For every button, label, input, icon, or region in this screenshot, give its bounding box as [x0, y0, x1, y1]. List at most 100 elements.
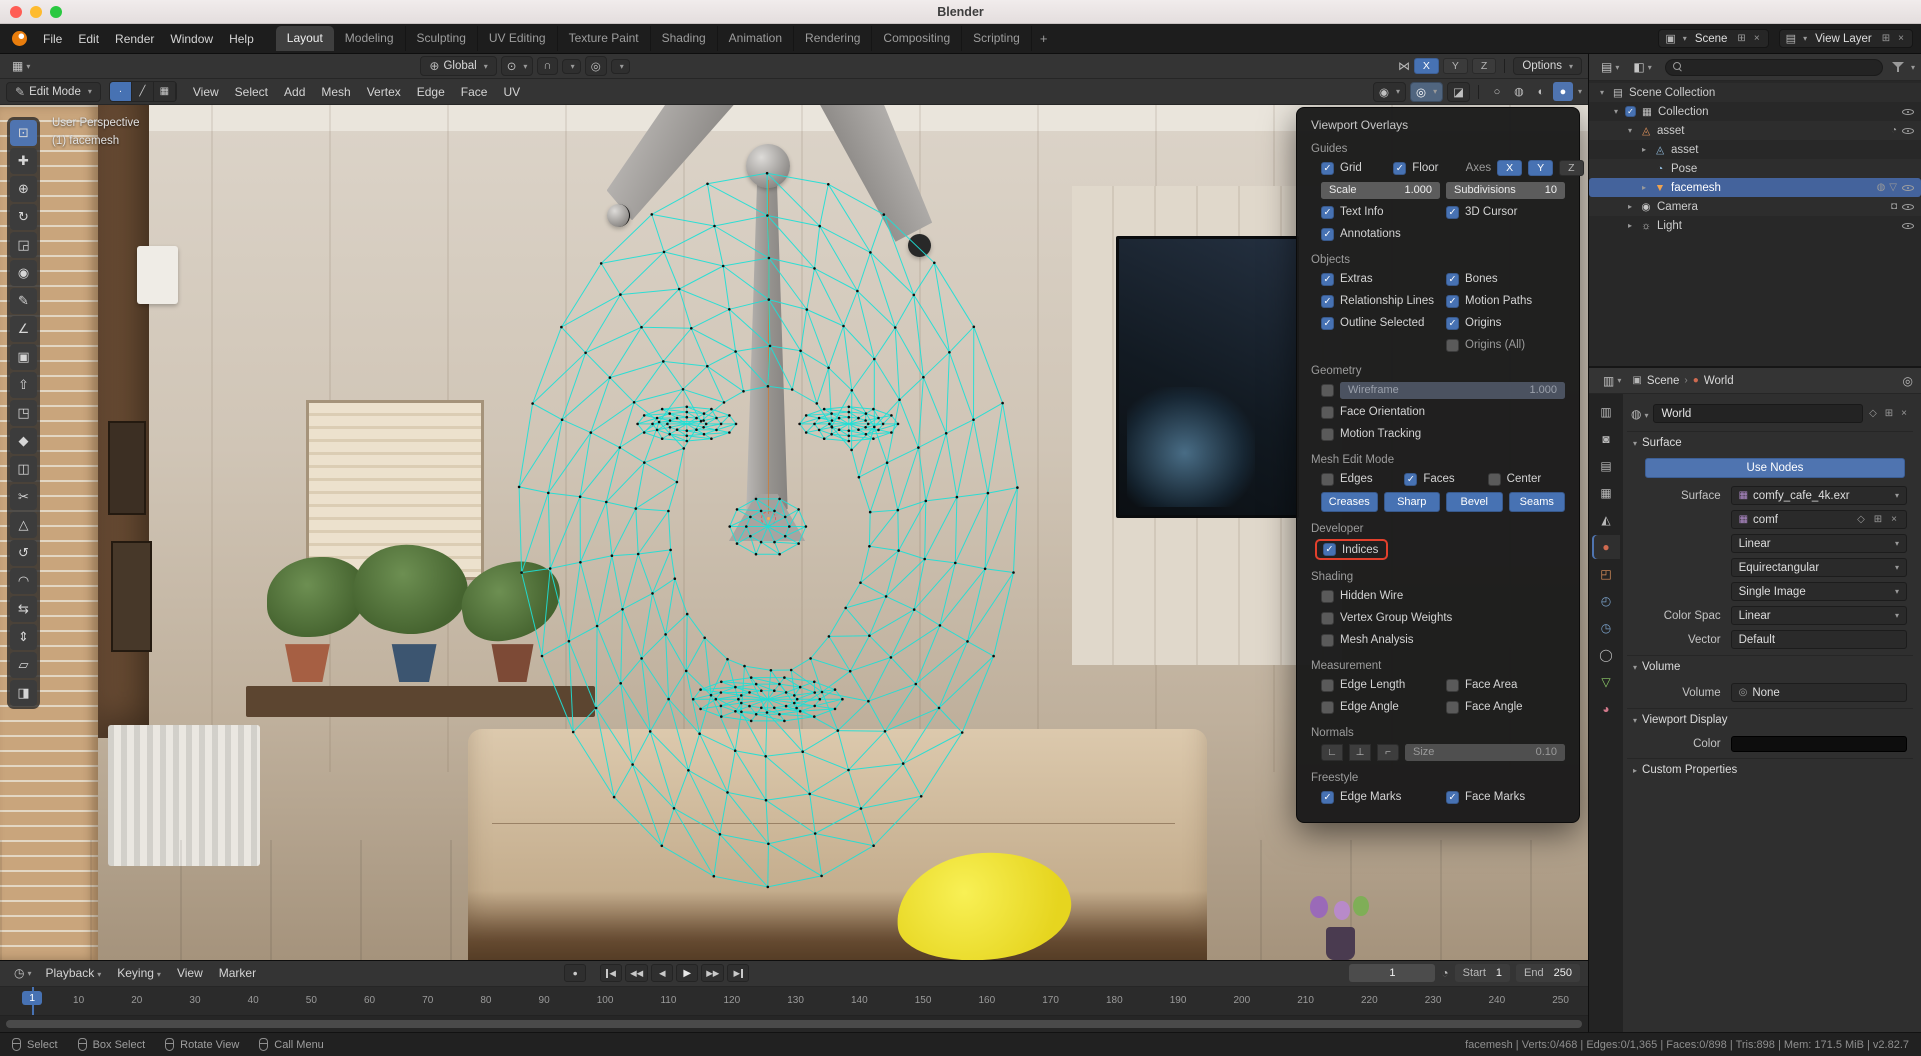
- filter-dropdown[interactable]: ▾: [1911, 63, 1915, 72]
- tool-measure[interactable]: ∠: [10, 316, 37, 342]
- tab-output[interactable]: ▤: [1592, 454, 1620, 478]
- tab-physics[interactable]: ◷: [1592, 616, 1620, 640]
- sharp-toggle-button[interactable]: Sharp: [1384, 492, 1441, 512]
- image-unlink-button[interactable]: ×: [1889, 514, 1899, 525]
- tool-move[interactable]: ⊕: [10, 176, 37, 202]
- timeline-menu-marker[interactable]: Marker: [211, 963, 264, 983]
- show-overlays-dropdown[interactable]: ◎▾: [1410, 82, 1443, 102]
- world-browse-dropdown[interactable]: ◍▾: [1631, 407, 1649, 421]
- workspace-tab-shading[interactable]: Shading: [651, 26, 718, 51]
- viewport-color-swatch[interactable]: [1731, 736, 1907, 752]
- workspace-tab-modeling[interactable]: Modeling: [334, 26, 406, 51]
- new-view-layer-button[interactable]: ⊞: [1880, 33, 1892, 44]
- show-gizmo-dropdown[interactable]: ◉▾: [1373, 82, 1406, 102]
- view-layer-name[interactable]: View Layer: [1811, 33, 1876, 45]
- expand-icon[interactable]: ▸: [1639, 183, 1649, 192]
- interpolation-dropdown[interactable]: Linear▾: [1731, 534, 1907, 553]
- edge-angle-checkbox[interactable]: [1321, 701, 1334, 714]
- seams-toggle-button[interactable]: Seams: [1509, 492, 1566, 512]
- solid-shading-button[interactable]: ◍: [1509, 82, 1529, 101]
- outliner-search-input[interactable]: [1688, 61, 1875, 73]
- delete-scene-button[interactable]: ×: [1752, 33, 1762, 44]
- face-marks-checkbox[interactable]: [1446, 791, 1459, 804]
- scrollbar-thumb[interactable]: [6, 1020, 1582, 1028]
- outliner-row-collection[interactable]: ▾ ▦ Collection: [1589, 102, 1921, 121]
- bevel-toggle-button[interactable]: Bevel: [1446, 492, 1503, 512]
- pin-icon[interactable]: ◎: [1903, 374, 1913, 388]
- xray-toggle[interactable]: ◪: [1447, 82, 1470, 102]
- expand-icon[interactable]: ▸: [1625, 202, 1635, 211]
- edge-marks-checkbox[interactable]: [1321, 791, 1334, 804]
- vector-field[interactable]: Default: [1731, 630, 1907, 649]
- view-layer-dropdown-icon[interactable]: ▾: [1803, 34, 1807, 43]
- motion-tracking-checkbox[interactable]: [1321, 428, 1334, 441]
- outliner-search-box[interactable]: [1665, 59, 1883, 76]
- scene-name[interactable]: Scene: [1691, 33, 1732, 45]
- tool-transform[interactable]: ◉: [10, 260, 37, 286]
- vertex-select-mode-button[interactable]: ∙: [110, 82, 132, 101]
- tool-rip-region[interactable]: ◨: [10, 680, 37, 706]
- grid-scale-slider[interactable]: Scale1.000: [1321, 182, 1440, 199]
- preview-range-clock-icon[interactable]: ◔: [1441, 966, 1448, 980]
- outliner-row-asset-object[interactable]: ▾ ◬ asset ◔: [1589, 121, 1921, 140]
- grid-axis-x-toggle[interactable]: X: [1497, 160, 1522, 176]
- hide-in-viewport-eye-icon[interactable]: [1901, 219, 1915, 232]
- tool-select-box[interactable]: ⊡: [10, 120, 37, 146]
- origins-checkbox[interactable]: [1446, 317, 1459, 330]
- origins-all-checkbox[interactable]: [1446, 339, 1459, 352]
- bones-checkbox[interactable]: [1446, 273, 1459, 286]
- tool-inset-faces[interactable]: ◳: [10, 400, 37, 426]
- projection-dropdown[interactable]: Equirectangular▾: [1731, 558, 1907, 577]
- face-area-checkbox[interactable]: [1446, 679, 1459, 692]
- tool-spin[interactable]: ↺: [10, 540, 37, 566]
- hide-in-viewport-eye-icon[interactable]: [1901, 124, 1915, 137]
- filter-icon[interactable]: [1892, 62, 1904, 73]
- floor-checkbox[interactable]: [1393, 162, 1406, 175]
- unlink-world-button[interactable]: ×: [1899, 408, 1909, 419]
- motion-paths-checkbox[interactable]: [1446, 295, 1459, 308]
- play-reverse-button[interactable]: ◀: [651, 964, 673, 982]
- tool-smooth[interactable]: ◠: [10, 568, 37, 594]
- new-world-button[interactable]: ⊞: [1883, 408, 1895, 419]
- tool-shear[interactable]: ▱: [10, 652, 37, 678]
- timeline-menu-keying[interactable]: Keying▾: [109, 963, 169, 983]
- viewport-display-panel-header[interactable]: ▾Viewport Display: [1627, 708, 1913, 731]
- tab-constraints[interactable]: ◯: [1592, 643, 1620, 667]
- outliner-row-camera[interactable]: ▸ ◉ Camera ◘: [1589, 197, 1921, 216]
- edges-checkbox[interactable]: [1321, 473, 1334, 486]
- viewport-menu-item[interactable]: UV: [495, 82, 528, 102]
- center-checkbox[interactable]: [1488, 473, 1501, 486]
- outliner-row-facemesh[interactable]: ▸ ▼ facemesh ◍ ▽: [1589, 178, 1921, 197]
- split-normals-button[interactable]: ⊥: [1349, 744, 1371, 761]
- image-source-dropdown[interactable]: Single Image▾: [1731, 582, 1907, 601]
- tool-cursor[interactable]: ✚: [10, 148, 37, 174]
- mirror-z-toggle[interactable]: Z: [1472, 58, 1496, 74]
- workspace-tab-uv-editing[interactable]: UV Editing: [478, 26, 558, 51]
- current-frame-field[interactable]: 1: [1349, 964, 1435, 982]
- workspace-tab-scripting[interactable]: Scripting: [962, 26, 1032, 51]
- tab-world[interactable]: ●: [1592, 535, 1620, 559]
- hide-in-viewport-eye-icon[interactable]: [1901, 181, 1915, 194]
- viewport-menu-item[interactable]: Add: [276, 82, 313, 102]
- edge-length-checkbox[interactable]: [1321, 679, 1334, 692]
- blender-logo-icon[interactable]: [12, 31, 27, 46]
- tab-view-layer[interactable]: ▦: [1592, 481, 1620, 505]
- viewport-menu-item[interactable]: View: [185, 82, 227, 102]
- face-orientation-checkbox[interactable]: [1321, 406, 1334, 419]
- relationship-lines-checkbox[interactable]: [1321, 295, 1334, 308]
- new-scene-button[interactable]: ⊞: [1735, 33, 1747, 44]
- remove-view-layer-button[interactable]: ×: [1896, 33, 1906, 44]
- timeline-editor-type-button[interactable]: ◷▾: [8, 965, 38, 981]
- prev-keyframe-button[interactable]: ◀◀: [625, 964, 648, 982]
- fake-user-shield-button[interactable]: ◇: [1867, 408, 1879, 419]
- mirror-y-toggle[interactable]: Y: [1443, 58, 1468, 74]
- proportional-editing-toggle[interactable]: ◎: [585, 56, 607, 76]
- viewport-menu-item[interactable]: Select: [227, 82, 276, 102]
- mirror-x-toggle[interactable]: X: [1414, 58, 1439, 74]
- tab-object[interactable]: ◰: [1592, 562, 1620, 586]
- shading-settings-dropdown[interactable]: ▾: [1578, 87, 1582, 96]
- workspace-tab-animation[interactable]: Animation: [718, 26, 794, 51]
- tab-object-data[interactable]: ▽: [1592, 670, 1620, 694]
- wireframe-shading-button[interactable]: ○: [1487, 82, 1507, 101]
- snap-toggle[interactable]: ∩: [537, 57, 557, 75]
